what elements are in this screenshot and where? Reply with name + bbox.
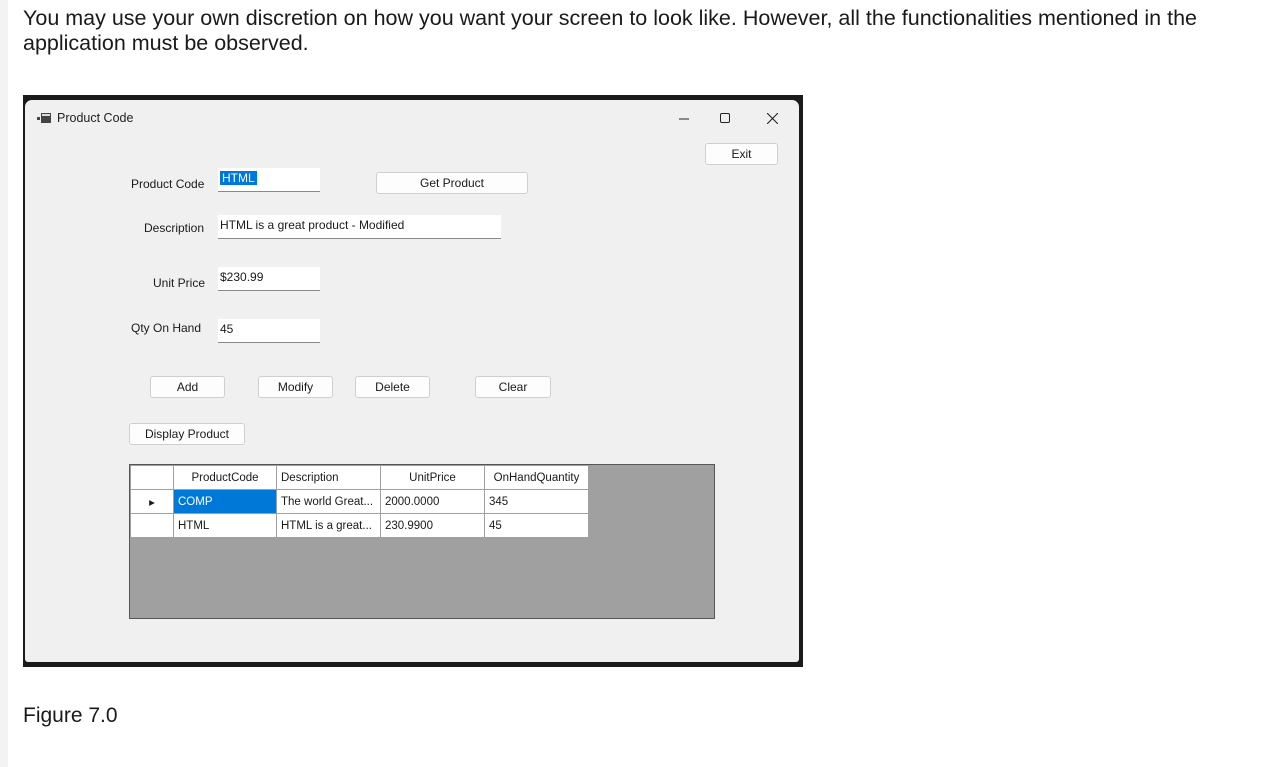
unit-price-input[interactable]: $230.99 bbox=[218, 267, 320, 291]
qty-on-hand-input[interactable]: 45 bbox=[218, 319, 320, 343]
screenshot-frame: Product Code Exit Product Code HTML Get … bbox=[23, 95, 803, 667]
table-cell-onhandquantity[interactable]: 45 bbox=[484, 513, 589, 538]
products-table: ProductCode Description UnitPrice OnHand… bbox=[130, 465, 589, 538]
exit-button[interactable]: Exit bbox=[705, 143, 778, 165]
grid-header-row: ProductCode Description UnitPrice OnHand… bbox=[130, 465, 589, 490]
table-cell-onhandquantity[interactable]: 345 bbox=[484, 489, 589, 514]
minimize-icon bbox=[679, 118, 689, 120]
column-header-onhandquantity[interactable]: OnHandQuantity bbox=[484, 465, 589, 490]
description-label: Description bbox=[144, 221, 205, 235]
window-title: Product Code bbox=[57, 111, 134, 125]
current-row-indicator-icon: ▸ bbox=[130, 489, 174, 514]
column-header-description[interactable]: Description bbox=[276, 465, 381, 490]
unit-price-label: Unit Price bbox=[153, 276, 206, 290]
intro-paragraph: You may use your own discretion on how y… bbox=[23, 6, 1197, 55]
add-button[interactable]: Add bbox=[150, 376, 225, 398]
close-icon bbox=[766, 112, 778, 124]
product-code-input[interactable]: HTML bbox=[218, 168, 320, 192]
column-header-unitprice[interactable]: UnitPrice bbox=[380, 465, 485, 490]
clear-button[interactable]: Clear bbox=[475, 376, 551, 398]
modify-button[interactable]: Modify bbox=[258, 376, 333, 398]
delete-button[interactable]: Delete bbox=[355, 376, 430, 398]
close-button[interactable] bbox=[749, 100, 795, 136]
grid-corner-cell bbox=[130, 465, 174, 490]
description-input[interactable]: HTML is a great product - Modified bbox=[218, 215, 501, 239]
product-code-window: Product Code Exit Product Code HTML Get … bbox=[25, 100, 799, 662]
table-cell-productcode[interactable]: HTML bbox=[173, 513, 277, 538]
display-product-button[interactable]: Display Product bbox=[129, 423, 245, 445]
column-header-productcode[interactable]: ProductCode bbox=[173, 465, 277, 490]
minimize-button[interactable] bbox=[661, 100, 707, 136]
page-left-strip bbox=[0, 0, 8, 767]
table-row[interactable]: ▸ COMP The world Great... 2000.0000 345 bbox=[130, 489, 589, 514]
table-cell-productcode[interactable]: COMP bbox=[173, 489, 277, 514]
table-cell-unitprice[interactable]: 230.9900 bbox=[380, 513, 485, 538]
maximize-button[interactable] bbox=[702, 100, 748, 136]
qty-on-hand-label: Qty On Hand bbox=[131, 321, 202, 335]
maximize-icon bbox=[720, 113, 730, 123]
table-cell-description[interactable]: The world Great... bbox=[276, 489, 381, 514]
table-cell-description[interactable]: HTML is a great... bbox=[276, 513, 381, 538]
get-product-button[interactable]: Get Product bbox=[376, 172, 528, 194]
product-code-selected-text: HTML bbox=[220, 171, 257, 185]
products-datagrid[interactable]: ProductCode Description UnitPrice OnHand… bbox=[129, 464, 715, 619]
row-header-cell bbox=[130, 513, 174, 538]
table-cell-unitprice[interactable]: 2000.0000 bbox=[380, 489, 485, 514]
product-code-label: Product Code bbox=[131, 177, 205, 191]
table-row[interactable]: HTML HTML is a great... 230.9900 45 bbox=[130, 513, 589, 538]
app-form-icon bbox=[37, 113, 51, 123]
figure-caption: Figure 7.0 bbox=[23, 704, 118, 727]
title-bar: Product Code bbox=[25, 100, 799, 136]
